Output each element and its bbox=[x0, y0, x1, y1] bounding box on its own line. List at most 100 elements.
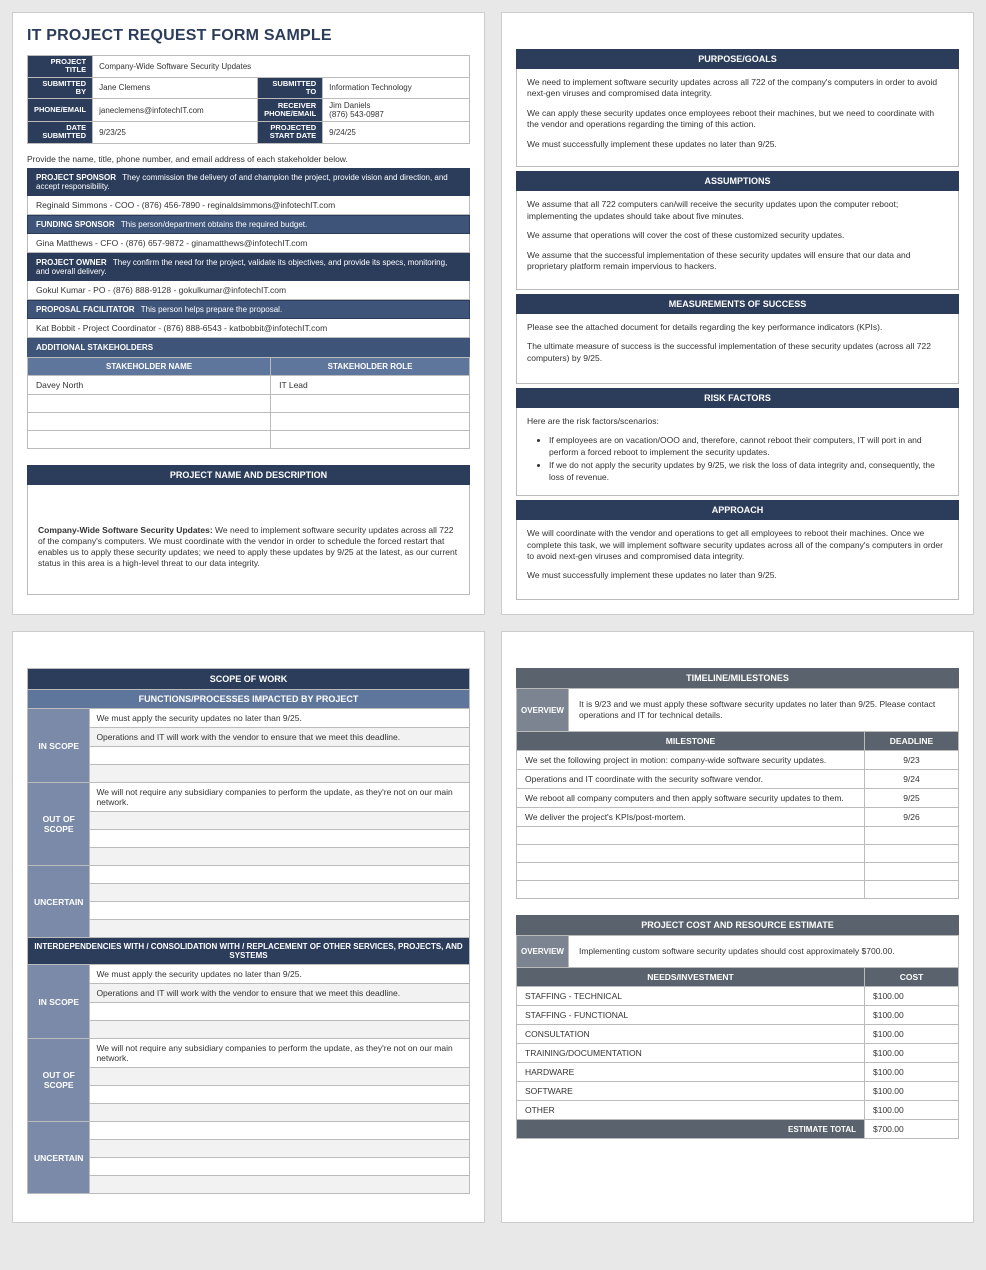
inter-out-0[interactable]: We will not require any subsidiary compa… bbox=[90, 1039, 470, 1068]
inter-in-0[interactable]: We must apply the security updates no la… bbox=[90, 965, 470, 984]
tl-m-1[interactable]: Operations and IT coordinate with the se… bbox=[517, 770, 865, 789]
cost-total: $700.00 bbox=[865, 1120, 959, 1139]
risk-box[interactable]: Here are the risk factors/scenarios: If … bbox=[516, 408, 959, 496]
tl-m-0[interactable]: We set the following project in motion: … bbox=[517, 751, 865, 770]
addl-role-3[interactable] bbox=[271, 430, 470, 448]
cost-c-4[interactable]: $100.00 bbox=[865, 1063, 959, 1082]
risk-bullet-1: If we do not apply the security updates … bbox=[549, 460, 948, 483]
inter-out-2[interactable] bbox=[90, 1086, 470, 1104]
cost-c-1[interactable]: $100.00 bbox=[865, 1006, 959, 1025]
tl-m-7[interactable] bbox=[517, 881, 865, 899]
addl-role-1[interactable] bbox=[271, 394, 470, 412]
addl-name-0[interactable]: Davey North bbox=[28, 375, 271, 394]
value-project-owner[interactable]: Gokul Kumar - PO - (876) 888-9128 - goku… bbox=[27, 281, 470, 300]
inter-in-1[interactable]: Operations and IT will work with the ven… bbox=[90, 984, 470, 1003]
col-stakeholder-name: STAKEHOLDER NAME bbox=[28, 357, 271, 375]
value-submitted-to[interactable]: Information Technology bbox=[323, 77, 470, 99]
title-funding-sponsor: FUNDING SPONSOR bbox=[36, 220, 115, 229]
cost-c-2[interactable]: $100.00 bbox=[865, 1025, 959, 1044]
project-description-header: PROJECT NAME AND DESCRIPTION bbox=[27, 465, 470, 485]
cost-c-0[interactable]: $100.00 bbox=[865, 987, 959, 1006]
scope-in-3[interactable] bbox=[90, 765, 470, 783]
tl-d-4[interactable] bbox=[865, 827, 959, 845]
scope-in-2[interactable] bbox=[90, 747, 470, 765]
cost-n-4[interactable]: HARDWARE bbox=[517, 1063, 865, 1082]
inter-out-3[interactable] bbox=[90, 1104, 470, 1122]
timeline-overview[interactable]: It is 9/23 and we must apply these softw… bbox=[568, 689, 958, 732]
scope-out-1[interactable] bbox=[90, 812, 470, 830]
scope-subheader: FUNCTIONS/PROCESSES IMPACTED BY PROJECT bbox=[28, 690, 470, 709]
col-needs: NEEDS/INVESTMENT bbox=[517, 968, 865, 987]
scope-out-2[interactable] bbox=[90, 830, 470, 848]
tl-d-1[interactable]: 9/24 bbox=[865, 770, 959, 789]
meta-table: PROJECT TITLE Company-Wide Software Secu… bbox=[27, 55, 470, 144]
inter-in-3[interactable] bbox=[90, 1021, 470, 1039]
measurements-p1: The ultimate measure of success is the s… bbox=[527, 341, 948, 364]
cost-c-6[interactable]: $100.00 bbox=[865, 1101, 959, 1120]
value-receiver[interactable]: Jim Daniels (876) 543-0987 bbox=[323, 99, 470, 122]
tl-m-5[interactable] bbox=[517, 845, 865, 863]
cost-overview[interactable]: Implementing custom software security up… bbox=[568, 936, 958, 968]
inter-unc-3[interactable] bbox=[90, 1176, 470, 1194]
approach-box[interactable]: We will coordinate with the vendor and o… bbox=[516, 520, 959, 600]
inter-out-1[interactable] bbox=[90, 1068, 470, 1086]
addl-name-1[interactable] bbox=[28, 394, 271, 412]
value-funding-sponsor[interactable]: Gina Matthews - CFO - (876) 657-9872 - g… bbox=[27, 234, 470, 253]
page-4: TIMELINE/MILESTONES OVERVIEW It is 9/23 … bbox=[501, 631, 974, 1223]
addl-role-2[interactable] bbox=[271, 412, 470, 430]
inter-in-2[interactable] bbox=[90, 1003, 470, 1021]
tl-d-7[interactable] bbox=[865, 881, 959, 899]
assumptions-header: ASSUMPTIONS bbox=[516, 171, 959, 191]
scope-unc-2[interactable] bbox=[90, 902, 470, 920]
tl-d-2[interactable]: 9/25 bbox=[865, 789, 959, 808]
scope-unc-1[interactable] bbox=[90, 884, 470, 902]
cost-n-5[interactable]: SOFTWARE bbox=[517, 1082, 865, 1101]
cost-c-3[interactable]: $100.00 bbox=[865, 1044, 959, 1063]
tl-m-4[interactable] bbox=[517, 827, 865, 845]
value-date-submitted[interactable]: 9/23/25 bbox=[93, 122, 258, 144]
cost-n-3[interactable]: TRAINING/DOCUMENTATION bbox=[517, 1044, 865, 1063]
tl-d-0[interactable]: 9/23 bbox=[865, 751, 959, 770]
addl-role-0[interactable]: IT Lead bbox=[271, 375, 470, 394]
scope-table: SCOPE OF WORK FUNCTIONS/PROCESSES IMPACT… bbox=[27, 668, 470, 1194]
tl-d-6[interactable] bbox=[865, 863, 959, 881]
bar-project-sponsor: PROJECT SPONSOR They commission the deli… bbox=[27, 168, 470, 196]
purpose-p2: We must successfully implement these upd… bbox=[527, 139, 948, 150]
scope-unc-3[interactable] bbox=[90, 920, 470, 938]
inter-unc-2[interactable] bbox=[90, 1158, 470, 1176]
measurements-box[interactable]: Please see the attached document for det… bbox=[516, 314, 959, 384]
value-projected-start[interactable]: 9/24/25 bbox=[323, 122, 470, 144]
cost-n-6[interactable]: OTHER bbox=[517, 1101, 865, 1120]
cost-n-0[interactable]: STAFFING - TECHNICAL bbox=[517, 987, 865, 1006]
scope-in-1[interactable]: Operations and IT will work with the ven… bbox=[90, 728, 470, 747]
tl-m-2[interactable]: We reboot all company computers and then… bbox=[517, 789, 865, 808]
stakeholder-instructions: Provide the name, title, phone number, a… bbox=[27, 154, 470, 164]
value-project-sponsor[interactable]: Reginald Simmons - COO - (876) 456-7890 … bbox=[27, 196, 470, 215]
scope-unc-0[interactable] bbox=[90, 866, 470, 884]
scope-out-0[interactable]: We will not require any subsidiary compa… bbox=[90, 783, 470, 812]
tl-d-5[interactable] bbox=[865, 845, 959, 863]
tl-m-3[interactable]: We deliver the project's KPIs/post-morte… bbox=[517, 808, 865, 827]
tl-d-3[interactable]: 9/26 bbox=[865, 808, 959, 827]
value-project-title[interactable]: Company-Wide Software Security Updates bbox=[93, 56, 470, 78]
inter-unc-0[interactable] bbox=[90, 1122, 470, 1140]
assumptions-p0: We assume that all 722 computers can/wil… bbox=[527, 199, 948, 222]
label-submitted-by: SUBMITTED BY bbox=[28, 77, 93, 99]
value-proposal-facilitator[interactable]: Kat Bobbit - Project Coordinator - (876)… bbox=[27, 319, 470, 338]
project-description-body[interactable]: Company-Wide Software Security Updates: … bbox=[27, 485, 470, 595]
addl-name-2[interactable] bbox=[28, 412, 271, 430]
tl-m-6[interactable] bbox=[517, 863, 865, 881]
addl-name-3[interactable] bbox=[28, 430, 271, 448]
scope-out-3[interactable] bbox=[90, 848, 470, 866]
value-phone-email[interactable]: janeclemens@infotechIT.com bbox=[93, 99, 258, 122]
cost-c-5[interactable]: $100.00 bbox=[865, 1082, 959, 1101]
purpose-box[interactable]: We need to implement software security u… bbox=[516, 69, 959, 167]
cost-n-2[interactable]: CONSULTATION bbox=[517, 1025, 865, 1044]
cost-n-1[interactable]: STAFFING - FUNCTIONAL bbox=[517, 1006, 865, 1025]
cost-overview-label: OVERVIEW bbox=[517, 936, 569, 968]
scope-in-0[interactable]: We must apply the security updates no la… bbox=[90, 709, 470, 728]
assumptions-box[interactable]: We assume that all 722 computers can/wil… bbox=[516, 191, 959, 289]
value-submitted-by[interactable]: Jane Clemens bbox=[93, 77, 258, 99]
inter-unc-1[interactable] bbox=[90, 1140, 470, 1158]
form-title: IT PROJECT REQUEST FORM SAMPLE bbox=[27, 27, 470, 45]
